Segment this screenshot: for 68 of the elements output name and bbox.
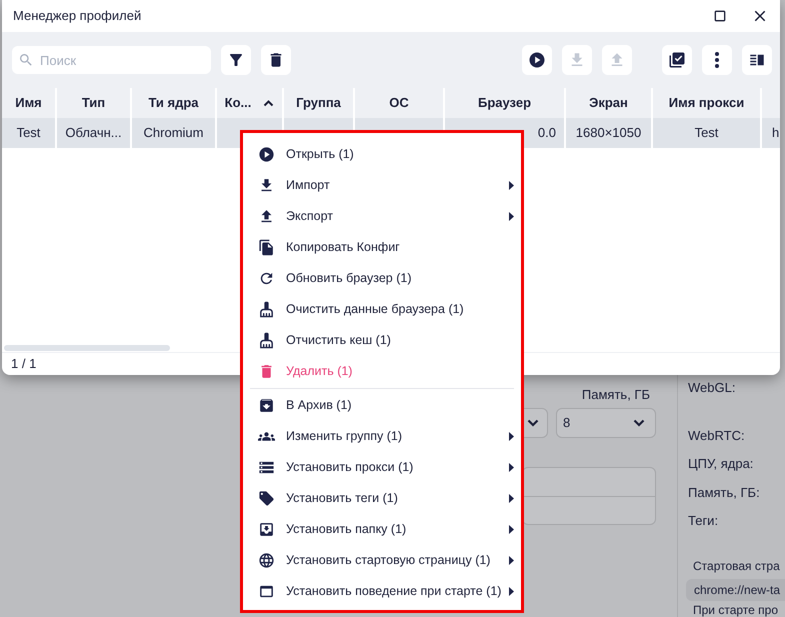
table-cell: Облачн... xyxy=(57,118,132,148)
table-cell: 1680×1050 xyxy=(566,118,653,148)
memory-select[interactable]: 8 xyxy=(556,408,656,438)
maximize-icon xyxy=(712,8,728,24)
info-label: ЦПУ, ядра: xyxy=(688,455,754,473)
menu-item[interactable]: Отчистить кеш (1) xyxy=(250,325,514,356)
start-page-label: Стартовая стра xyxy=(693,558,781,574)
menu-item[interactable]: Установить папку (1) xyxy=(250,514,514,545)
table-cell: h xyxy=(762,118,780,148)
window-icon xyxy=(258,583,275,600)
layout-button[interactable] xyxy=(742,45,772,75)
more-button[interactable] xyxy=(702,45,732,75)
window-title: Менеджер профилей xyxy=(13,7,142,26)
table-cell: Test xyxy=(2,118,57,148)
menu-item[interactable]: Импорт xyxy=(250,170,514,201)
start-page-field[interactable]: chrome://new-ta xyxy=(686,578,785,601)
filter-icon xyxy=(227,51,245,69)
startup-label: При старте про xyxy=(693,603,779,617)
run-button[interactable] xyxy=(522,45,552,75)
checklist-icon xyxy=(668,51,686,69)
menu-item[interactable]: Обновить браузер (1) xyxy=(250,263,514,294)
info-label: WebGL: xyxy=(688,379,736,397)
search-field[interactable]: Поиск xyxy=(12,46,211,74)
scrollbar[interactable] xyxy=(4,345,170,351)
tag-icon xyxy=(258,490,275,507)
chevron-down-icon xyxy=(527,418,539,426)
menu-item[interactable]: Установить теги (1) xyxy=(250,483,514,514)
copy-icon xyxy=(258,239,275,256)
refresh-icon xyxy=(258,270,275,287)
submenu-arrow-icon xyxy=(509,212,514,221)
table-cell: Test xyxy=(653,118,762,148)
table-cell: Chromium xyxy=(132,118,217,148)
info-label: Память, ГБ: xyxy=(688,484,761,502)
page-counter: 1 / 1 xyxy=(11,355,36,374)
info-label: WebRTC: xyxy=(688,426,746,444)
memory-label: Память, ГБ xyxy=(582,386,650,404)
menu-item[interactable]: Установить поведение при старте (1) xyxy=(250,576,514,607)
submenu-arrow-icon xyxy=(509,556,514,565)
menu-item[interactable]: Изменить группу (1) xyxy=(250,421,514,452)
submenu-arrow-icon xyxy=(509,463,514,472)
play-icon xyxy=(258,146,275,163)
more-icon xyxy=(715,52,719,68)
menu-item[interactable]: Установить прокси (1) xyxy=(250,452,514,483)
submenu-arrow-icon xyxy=(509,181,514,190)
menu-item[interactable]: Удалить (1) xyxy=(250,356,514,387)
menu-item[interactable]: Экспорт xyxy=(250,201,514,232)
menu-item[interactable]: Очистить данные браузера (1) xyxy=(250,294,514,325)
search-icon xyxy=(18,52,34,68)
menu-item[interactable]: Установить стартовую страницу (1) xyxy=(250,545,514,576)
info-label: Теги: xyxy=(688,512,720,530)
server-icon xyxy=(258,459,275,476)
delete-button[interactable] xyxy=(261,45,291,75)
filter-button[interactable] xyxy=(221,45,251,75)
submenu-arrow-icon xyxy=(509,587,514,596)
archive-icon xyxy=(258,397,275,414)
globe-icon xyxy=(258,552,275,569)
submenu-arrow-icon xyxy=(509,494,514,503)
sort-up-icon xyxy=(263,100,274,106)
chevron-down-icon xyxy=(633,418,645,426)
select-button[interactable] xyxy=(662,45,692,75)
menu-item[interactable]: Копировать Конфиг xyxy=(250,232,514,263)
submenu-arrow-icon xyxy=(509,525,514,534)
broom-icon xyxy=(258,301,275,318)
broom-icon xyxy=(258,332,275,349)
inbox-icon xyxy=(258,521,275,538)
menu-item[interactable]: В Архив (1) xyxy=(250,390,514,421)
submenu-arrow-icon xyxy=(509,432,514,441)
play-icon xyxy=(528,51,546,69)
